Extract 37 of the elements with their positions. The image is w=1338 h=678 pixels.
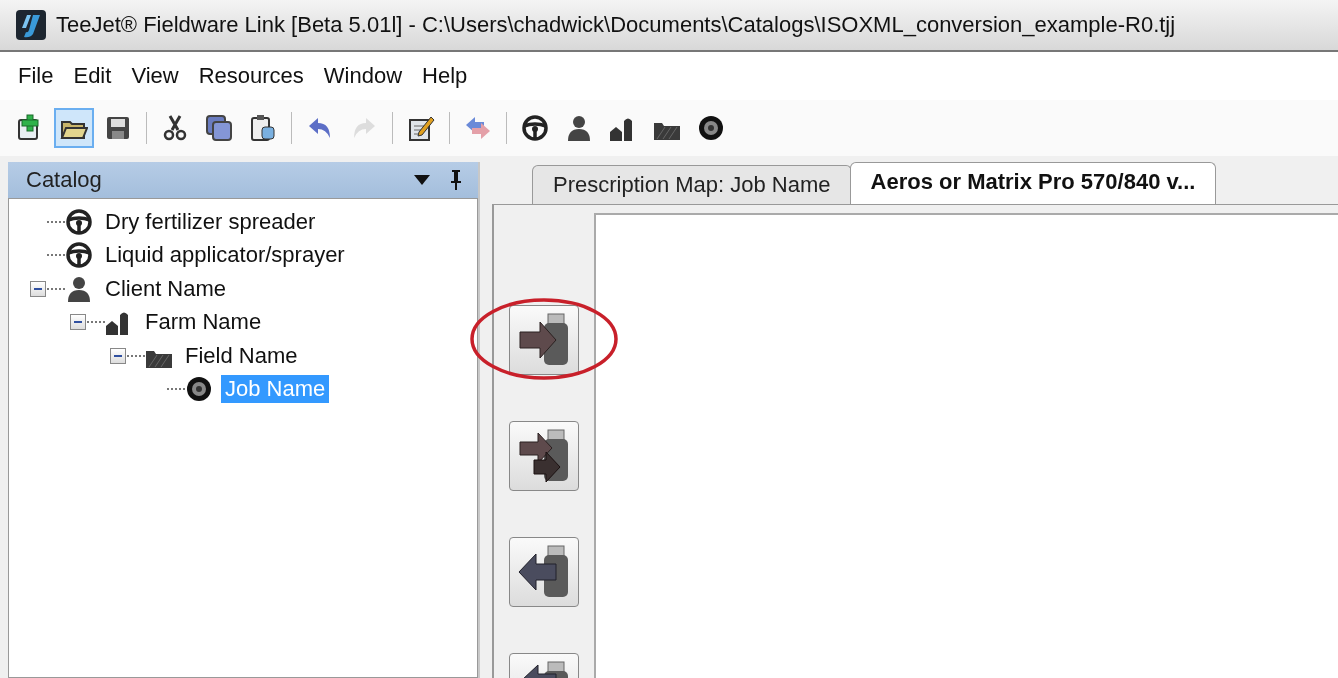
person-icon	[565, 114, 593, 142]
open-button[interactable]	[54, 108, 94, 148]
copy-icon	[205, 114, 233, 142]
menu-item[interactable]: Help	[412, 59, 478, 93]
steering-wheel-icon	[65, 241, 93, 270]
clipboard-icon	[249, 114, 277, 142]
steering-wheel-icon	[521, 114, 549, 142]
panel-title: Catalog	[26, 167, 102, 193]
swap-arrows-icon	[464, 114, 492, 142]
person-icon	[65, 274, 93, 303]
transfer-button[interactable]	[509, 305, 579, 375]
tree-item[interactable]: Farm Name	[141, 308, 266, 337]
app-logo-icon	[16, 10, 46, 40]
menu-item[interactable]: Window	[313, 59, 413, 93]
menu-item[interactable]: Resources	[188, 59, 314, 93]
dropdown-caret-icon[interactable]	[414, 175, 430, 185]
tire-icon	[697, 114, 725, 142]
transfer-button[interactable]	[509, 537, 579, 607]
collapse-toggle[interactable]	[110, 347, 126, 364]
transfer-button[interactable]	[509, 421, 579, 491]
menu-item[interactable]: View	[121, 59, 189, 93]
menu-item[interactable]: File	[8, 59, 64, 93]
tree-item[interactable]: Client Name	[101, 274, 231, 303]
tree-item[interactable]: Field Name	[181, 341, 302, 370]
tree-item[interactable]: Dry fertilizer spreader	[101, 207, 320, 236]
tab[interactable]: Aeros or Matrix Pro 570/840 v...	[849, 162, 1217, 204]
tab[interactable]: Prescription Map: Job Name	[532, 165, 852, 204]
collapse-toggle[interactable]	[30, 280, 46, 297]
steering-wheel-icon	[65, 207, 93, 236]
scissors-icon	[161, 114, 189, 142]
tree-item[interactable]: Liquid applicator/sprayer	[101, 241, 349, 270]
window-title: TeeJet® Fieldware Link [Beta 5.01l] - C:\Users\chadwick\Documents\Catalogs\ISOXML_conversion_example-R0.tjj	[56, 12, 1176, 38]
pin-icon[interactable]	[450, 170, 462, 190]
tire-icon	[185, 375, 213, 404]
pencil-note-icon	[407, 114, 435, 142]
collapse-toggle[interactable]	[70, 314, 86, 331]
menu-item[interactable]: Edit	[63, 59, 122, 93]
